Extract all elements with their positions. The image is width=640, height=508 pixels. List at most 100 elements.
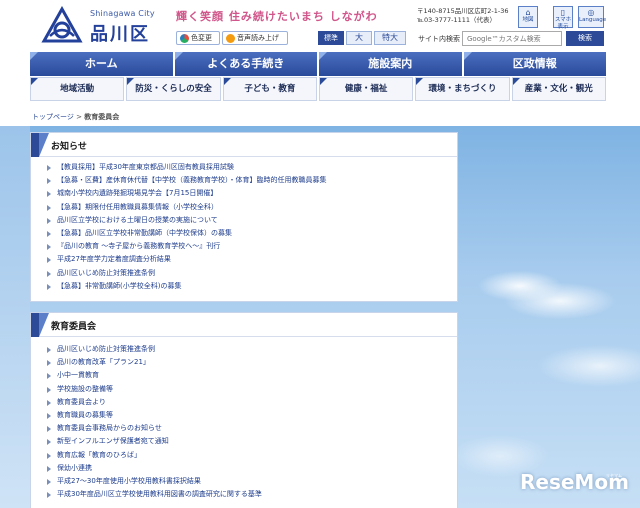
arrow-icon [47,386,51,393]
list-item[interactable]: 【急募】期限付任用教職員募集情報（小学校全科） [47,201,457,214]
board-list: 品川区いじめ防止対策推進条例 品川の教育改革「プラン21」 小中一貫教育 学校施… [31,337,457,501]
map-icon[interactable]: ⌂ 地図 [518,6,538,28]
smartphone-label: スマホ表示 [554,17,572,30]
phone-glyph: ▯ [560,8,566,17]
list-item[interactable]: 【急募】品川区立学校非常勤講師（中学校保体）の募集 [47,227,457,240]
nav-facilities[interactable]: 施設案内 [319,52,462,76]
list-item-label: 平成27～30年度使用小学校用教科書採択結果 [57,476,201,485]
list-item[interactable]: 小中一貫教育 [47,369,457,382]
list-item-label: 教育職員の募集等 [57,410,113,419]
list-item-label: 【急募】非常勤講師(小学校全科)の募集 [57,281,182,290]
arrow-icon [47,373,51,380]
arrow-icon [47,439,51,446]
font-size-standard-button[interactable]: 標準 [318,31,344,45]
address-line: 〒140-8715品川区広町2-1-36 [417,7,509,15]
search-input[interactable] [462,31,562,46]
city-address: 〒140-8715品川区広町2-1-36 ℡03-3777-1111（代表） [417,7,517,25]
nav-environment[interactable]: 環境・まちづくり [415,77,510,101]
nav-health[interactable]: 健康・福祉 [318,77,414,101]
nav-procedures[interactable]: よくある手続き [174,52,317,76]
list-item[interactable]: 教育委員会事務局からのお知らせ [47,422,457,435]
font-size-xlarge-button[interactable]: 特大 [374,31,406,45]
list-item-label: 品川の教育改革「プラン21」 [57,358,150,367]
color-change-button[interactable]: 色変更 [176,31,220,45]
list-item[interactable]: 平成27年度学力定着度調査分析結果 [47,253,457,266]
list-item-label: 保幼小連携 [57,463,92,472]
list-item[interactable]: 【教員採用】平成30年度東京都品川区固有教員採用試験 [47,161,457,174]
list-item[interactable]: 教育委員会より [47,396,457,409]
voice-read-label: 音声読み上げ [237,34,279,42]
list-item[interactable]: 【急募】非常勤講師(小学校全科)の募集 [47,280,457,293]
nav-community[interactable]: 地域活動 [30,77,125,101]
nav-safety[interactable]: 防災・くらしの安全 [126,77,221,101]
city-slogan: 輝く笑顔 住み続けたいまち しながわ [176,10,378,23]
board-panel: 教育委員会 品川区いじめ防止対策推進条例 品川の教育改革「プラン21」 小中一貫… [30,312,458,508]
search-button[interactable]: 検索 [566,31,604,46]
nav-home[interactable]: ホーム [30,52,173,76]
list-item-label: 平成27年度学力定着度調査分析結果 [57,255,171,264]
nav-children[interactable]: 子ども・教育 [222,77,317,101]
primary-nav: ホーム よくある手続き 施設案内 区政情報 [30,52,606,76]
breadcrumb-separator: > [76,113,82,121]
news-panel-title: お知らせ [51,142,87,152]
list-item[interactable]: 学校施設の整備等 [47,383,457,396]
list-item[interactable]: 教育職員の募集等 [47,409,457,422]
list-item[interactable]: 平成27～30年度使用小学校用教科書採択結果 [47,475,457,488]
nav-government[interactable]: 区政情報 [463,52,606,76]
voice-read-button[interactable]: 音声読み上げ [222,31,288,45]
list-item[interactable]: 品川の教育改革「プラン21」 [47,356,457,369]
list-item-label: 新型インフルエンザ保護者宛て通知 [57,437,169,446]
list-item[interactable]: 品川区いじめ防止対策推進条例 [47,343,457,356]
nav-culture[interactable]: 産業・文化・観光 [511,77,606,101]
globe-glyph: ◎ [587,8,595,17]
news-list: 【教員採用】平成30年度東京都品川区固有教員採用試験 【急募・区費】産休育休代替… [31,157,457,293]
list-item-label: 『品川の教育 ～寺子屋から義務教育学校へ～』刊行 [57,242,221,251]
list-item-label: 【教員採用】平成30年度東京都品川区固有教員採用試験 [57,163,234,171]
arrow-icon [47,412,51,419]
arrow-icon [47,257,51,264]
list-item-label: 平成30年度品川区立学校使用教科用図書の調査研究に関する基準 [57,490,262,499]
arrow-icon [47,452,51,459]
arrow-icon [47,360,51,367]
list-item-label: 教育委員会より [57,397,106,406]
list-item-label: 小中一貫教育 [57,371,99,380]
news-panel-header: お知らせ [31,133,457,157]
arrow-icon [47,492,51,499]
list-item[interactable]: 品川区いじめ防止対策推進条例 [47,267,457,280]
list-item[interactable]: 保幼小連携 [47,462,457,475]
list-item[interactable]: 平成30年度品川区立学校使用教科用図書の調査研究に関する基準 [47,488,457,501]
list-item[interactable]: 教育広報「教育のひろば」 [47,449,457,462]
language-icon[interactable]: ◎ Language [578,6,606,28]
map-label: 地図 [522,17,534,23]
list-item-label: 学校施設の整備等 [57,384,113,393]
color-change-label: 色変更 [191,34,212,42]
list-item-label: 品川区いじめ防止対策推進条例 [57,345,155,353]
list-item[interactable]: 新型インフルエンザ保護者宛て通知 [47,435,457,448]
speaker-icon [226,34,235,43]
list-item-label: 城南小学校内遺跡発掘現場見学会【7月15日開催】 [57,189,218,198]
sky-left-edge [0,126,30,508]
resemom-watermark-sub: リセマム [606,473,622,478]
arrow-icon [47,165,51,171]
font-size-large-button[interactable]: 大 [346,31,372,45]
list-item-label: 品川区いじめ防止対策推進条例 [57,268,155,277]
arrow-icon [47,204,51,211]
logo-japanese[interactable]: 品川区 [90,20,150,46]
list-item-label: 【急募】品川区立学校非常勤講師（中学校保体）の募集 [57,228,232,237]
list-item[interactable]: 【急募・区費】産休育休代替【中学校（義務教育学校）・体育】臨時的任用教職員募集 [47,174,457,187]
city-emblem-icon[interactable] [40,6,84,46]
smartphone-icon[interactable]: ▯ スマホ表示 [553,6,573,30]
logo-english[interactable]: Shinagawa City [90,9,155,18]
board-panel-header: 教育委員会 [31,313,457,337]
arrow-icon [47,465,51,472]
search-label: サイト内検索 [418,35,460,43]
site-header: Shinagawa City 品川区 輝く笑顔 住み続けたいまち しながわ 〒1… [0,0,640,52]
list-item[interactable]: 城南小学校内遺跡発掘現場見学会【7月15日開催】 [47,187,457,200]
arrow-icon [47,244,51,251]
list-item-label: 品川区立学校における土曜日の授業の実施について [57,215,218,224]
list-item[interactable]: 『品川の教育 ～寺子屋から義務教育学校へ～』刊行 [47,240,457,253]
breadcrumb-home[interactable]: トップページ [32,113,74,121]
arrow-icon [47,270,51,277]
arrow-icon [47,399,51,406]
list-item[interactable]: 品川区立学校における土曜日の授業の実施について [47,214,457,227]
